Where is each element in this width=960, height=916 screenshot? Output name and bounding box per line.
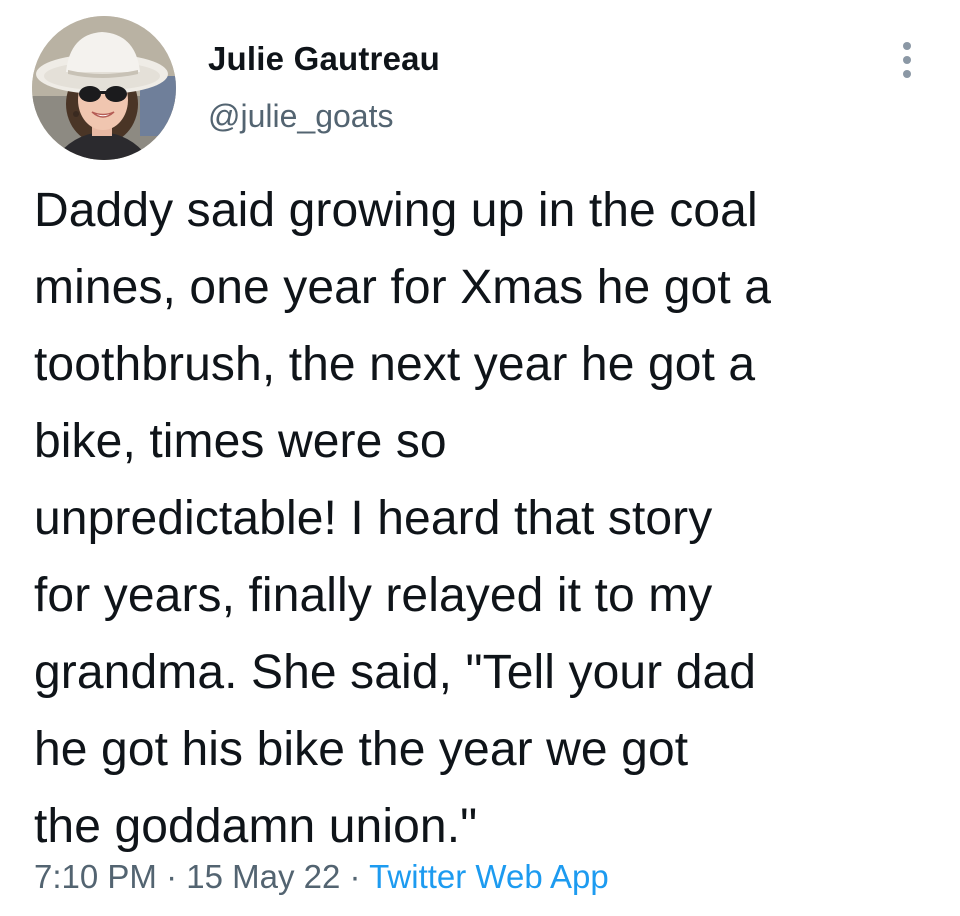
tweet-metadata: 7:10 PM · 15 May 22 · Twitter Web App xyxy=(34,858,609,896)
user-handle[interactable]: @julie_goats xyxy=(208,98,393,135)
avatar-photo xyxy=(32,16,176,160)
tweet-card: Julie Gautreau @julie_goats Daddy said g… xyxy=(0,0,960,916)
tweet-time[interactable]: 7:10 PM xyxy=(34,858,157,895)
tweet-text: Daddy said growing up in the coal mines,… xyxy=(34,184,772,853)
meta-separator: · xyxy=(340,858,370,895)
meta-separator: · xyxy=(156,858,187,895)
tweet-source-link[interactable]: Twitter Web App xyxy=(369,858,609,895)
tweet-date[interactable]: 15 May 22 xyxy=(186,858,340,895)
more-options-button[interactable] xyxy=(888,38,928,82)
display-name[interactable]: Julie Gautreau xyxy=(208,40,440,78)
avatar[interactable] xyxy=(32,16,176,160)
